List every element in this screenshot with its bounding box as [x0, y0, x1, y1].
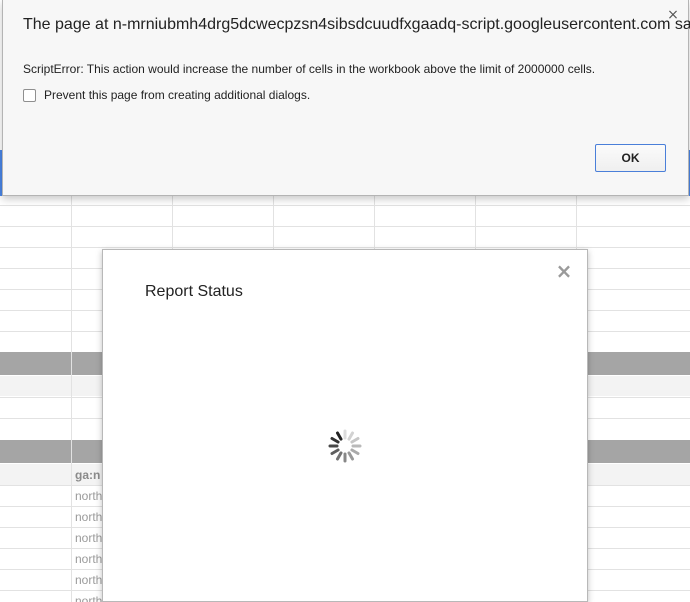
- sheet-cell[interactable]: north: [75, 594, 105, 602]
- sheet-cell[interactable]: north: [75, 489, 105, 503]
- sheet-cell[interactable]: north: [75, 573, 105, 587]
- loading-spinner-icon: [328, 429, 362, 463]
- close-icon[interactable]: ×: [555, 261, 573, 281]
- prevent-dialogs-option[interactable]: Prevent this page from creating addition…: [23, 87, 310, 103]
- grid-row-line: [0, 247, 690, 248]
- prevent-dialogs-checkbox[interactable]: [23, 88, 36, 102]
- prevent-dialogs-label[interactable]: Prevent this page from creating addition…: [44, 88, 310, 102]
- alert-title: The page at n-mrniubmh4drg5dcwecpzsn4sib…: [23, 16, 690, 33]
- sheet-cell[interactable]: north: [75, 552, 105, 566]
- grid-row-line: [0, 205, 690, 206]
- sheet-cell[interactable]: north: [75, 531, 105, 545]
- page: ga:n north north north north north north…: [0, 0, 690, 602]
- alert-dialog: The page at n-mrniubmh4drg5dcwecpzsn4sib…: [2, 0, 690, 196]
- grid-col-line: [71, 196, 72, 602]
- alert-message: ScriptError: This action would increase …: [23, 62, 596, 76]
- grid-row-line: [0, 226, 690, 227]
- report-status-title: Report Status: [145, 283, 243, 300]
- report-status-dialog: Report Status ×: [102, 249, 588, 602]
- sheet-header-cell[interactable]: ga:n: [75, 468, 105, 482]
- close-icon[interactable]: ×: [666, 8, 680, 22]
- ok-button[interactable]: OK: [595, 144, 666, 172]
- sheet-cell[interactable]: north: [75, 510, 105, 524]
